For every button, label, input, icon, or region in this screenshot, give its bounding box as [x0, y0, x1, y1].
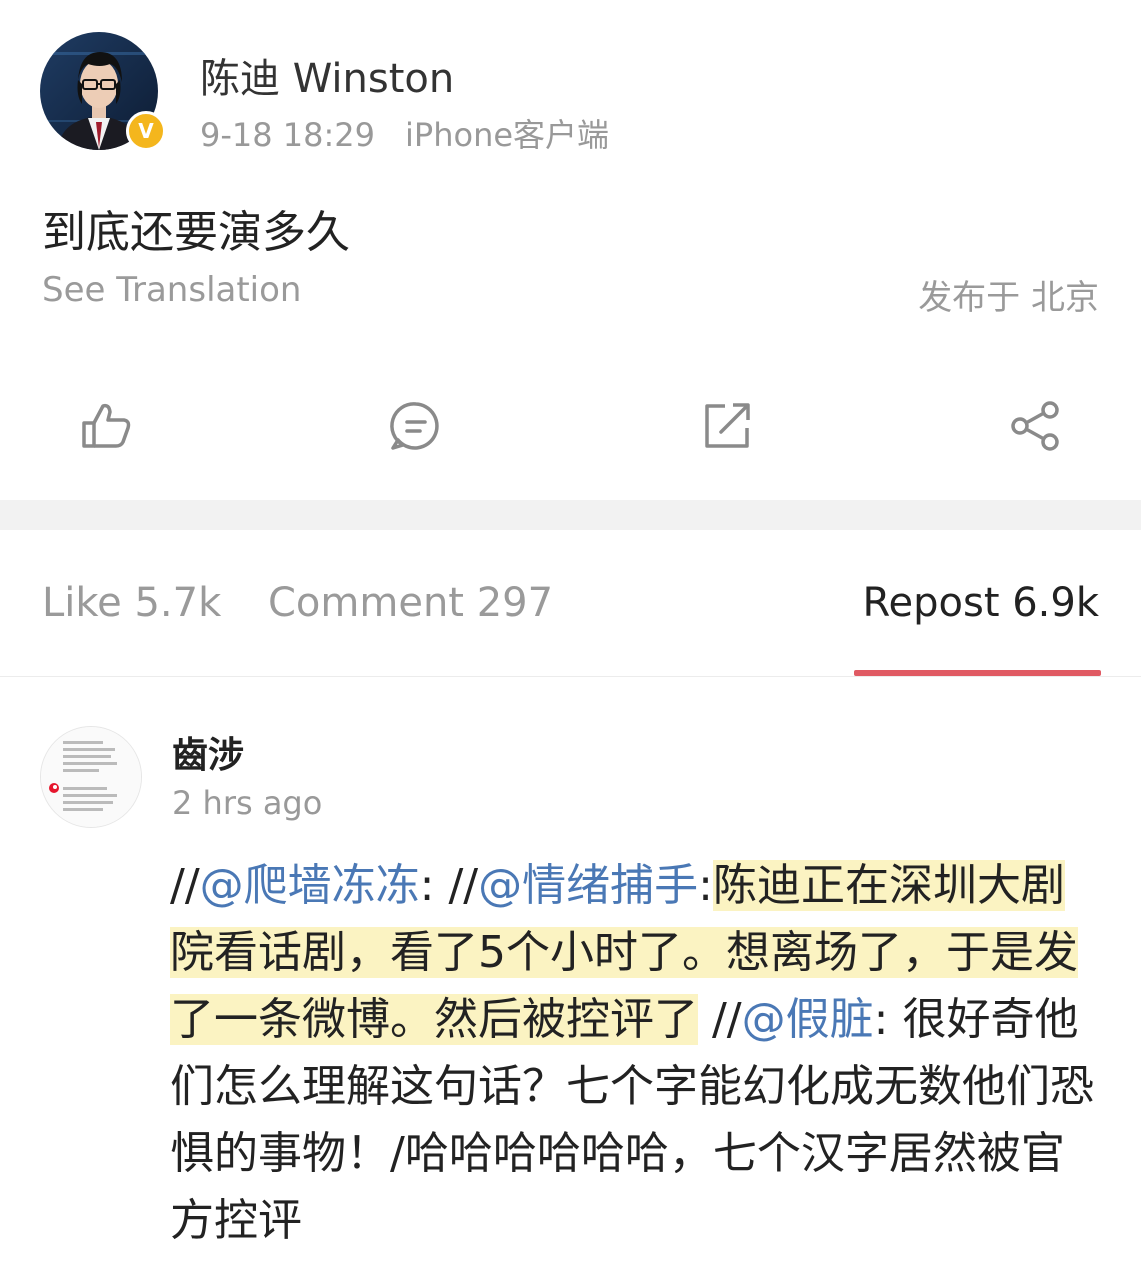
text-segment: //: [170, 860, 200, 911]
text-segment: :: [698, 860, 713, 911]
text-segment: : //: [419, 860, 479, 911]
mention-link[interactable]: @爬墙冻冻: [200, 860, 420, 911]
post-device: iPhone客户端: [405, 116, 610, 154]
thumbs-up-icon[interactable]: [76, 396, 136, 456]
repost-user-avatar[interactable]: [40, 726, 142, 828]
action-bar: [0, 396, 1141, 456]
active-tab-indicator: [854, 670, 1101, 676]
text-segment: //: [698, 994, 742, 1045]
tab-comment[interactable]: Comment 297: [268, 580, 553, 626]
avatar-image: [41, 727, 141, 827]
repost-username[interactable]: 齒涉: [172, 726, 244, 778]
verified-badge-icon: V: [126, 111, 166, 151]
section-divider: [0, 500, 1141, 530]
interaction-tabs: Like 5.7k Comment 297 Repost 6.9k: [0, 530, 1141, 677]
comment-icon[interactable]: [386, 396, 446, 456]
mention-link[interactable]: @假脏: [742, 994, 874, 1045]
author-name[interactable]: 陈迪 Winston: [200, 46, 454, 104]
tab-repost[interactable]: Repost 6.9k: [863, 580, 1099, 626]
mention-link[interactable]: @情绪捕手: [478, 860, 698, 911]
post-date: 9-18 18:29: [200, 116, 376, 154]
post-location: 发布于 北京: [918, 278, 1099, 318]
see-translation-link[interactable]: See Translation: [42, 270, 301, 310]
repost-text: //@爬墙冻冻: //@情绪捕手:陈迪正在深圳大剧院看话剧，看了5个小时了。想离…: [170, 852, 1105, 1254]
tab-like[interactable]: Like 5.7k: [42, 580, 221, 626]
repost-icon[interactable]: [697, 396, 757, 456]
repost-time: 2 hrs ago: [172, 784, 323, 822]
post-content: 到底还要演多久: [42, 207, 350, 258]
post-meta: 9-18 18:29 iPhone客户端: [200, 110, 609, 156]
share-icon[interactable]: [1006, 396, 1066, 456]
post-card: V 陈迪 Winston 9-18 18:29 iPhone客户端 到底还要演多久…: [0, 0, 1141, 500]
